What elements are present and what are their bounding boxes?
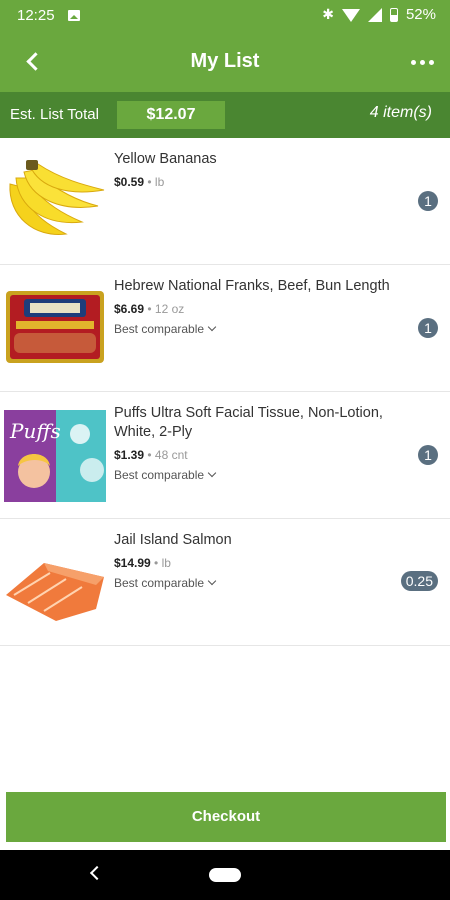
- best-comparable-dropdown[interactable]: Best comparable: [114, 322, 399, 336]
- nav-home-pill[interactable]: [209, 868, 241, 882]
- quantity-badge[interactable]: 1: [418, 445, 438, 465]
- item-info: Yellow Bananas $0.59 • lb: [114, 150, 399, 189]
- item-price: $0.59: [114, 175, 145, 189]
- quantity-badge[interactable]: 0.25: [400, 571, 438, 591]
- app-bar: My List: [0, 32, 450, 92]
- list-item[interactable]: Yellow Bananas $0.59 • lb 1: [0, 138, 450, 265]
- salmon-image: [6, 563, 104, 621]
- status-bar: 12:25 ✱ 52%: [0, 0, 450, 32]
- more-options-icon[interactable]: [411, 60, 434, 65]
- puffs-image: Puffs: [4, 410, 106, 502]
- item-name: Yellow Bananas: [114, 151, 217, 167]
- total-amount: $12.07: [117, 101, 225, 129]
- system-icons: ✱ 52%: [322, 6, 436, 23]
- best-comparable-dropdown[interactable]: Best comparable: [114, 468, 399, 482]
- quantity-badge[interactable]: 1: [418, 318, 438, 338]
- checkout-button[interactable]: Checkout: [6, 792, 446, 842]
- item-price-line: $0.59 • lb: [114, 175, 399, 189]
- wifi-icon: [341, 9, 360, 22]
- franks-image: [6, 291, 104, 363]
- item-price: $6.69: [114, 302, 145, 316]
- battery-percent: 52%: [405, 6, 436, 23]
- item-name: Puffs Ultra Soft Facial Tissue, Non-Loti…: [114, 405, 383, 440]
- list-item[interactable]: Jail Island Salmon $14.99 • lb Best comp…: [0, 519, 450, 646]
- item-price: $14.99: [114, 556, 151, 570]
- bananas-image: [9, 160, 105, 235]
- item-price-line: $14.99 • lb: [114, 556, 399, 570]
- nav-back-icon[interactable]: [89, 865, 105, 881]
- item-price-line: $6.69 • 12 oz: [114, 302, 399, 316]
- list-item[interactable]: Hebrew National Franks, Beef, Bun Length…: [0, 265, 450, 392]
- item-count: 4 item(s): [369, 104, 432, 121]
- item-unit: • 48 cnt: [144, 448, 188, 462]
- item-info: Jail Island Salmon $14.99 • lb Best comp…: [114, 531, 399, 590]
- status-time: 12:25: [17, 7, 55, 24]
- item-unit: • lb: [144, 175, 165, 189]
- svg-text:Puffs: Puffs: [9, 419, 61, 443]
- bluetooth-icon: ✱: [322, 6, 334, 22]
- item-unit: • 12 oz: [144, 302, 185, 316]
- item-info: Puffs Ultra Soft Facial Tissue, Non-Loti…: [114, 404, 399, 482]
- list-total-bar: Est. List Total $12.07 4 item(s): [0, 92, 450, 138]
- best-comparable-dropdown[interactable]: Best comparable: [114, 576, 399, 590]
- system-nav-bar: [0, 850, 450, 900]
- item-price-line: $1.39 • 48 cnt: [114, 448, 399, 462]
- total-label: Est. List Total: [10, 106, 99, 123]
- battery-icon: [389, 7, 398, 22]
- page-title: My List: [190, 50, 260, 72]
- item-name: Hebrew National Franks, Beef, Bun Length: [114, 278, 390, 294]
- signal-icon: [367, 7, 382, 22]
- list-item[interactable]: Puffs Puffs Ultra Soft Facial Tissue, No…: [0, 392, 450, 519]
- item-name: Jail Island Salmon: [114, 532, 232, 548]
- quantity-badge[interactable]: 1: [418, 191, 438, 211]
- item-price: $1.39: [114, 448, 145, 462]
- item-unit: • lb: [150, 556, 171, 570]
- photo-notification-icon: [68, 10, 80, 21]
- item-info: Hebrew National Franks, Beef, Bun Length…: [114, 277, 399, 336]
